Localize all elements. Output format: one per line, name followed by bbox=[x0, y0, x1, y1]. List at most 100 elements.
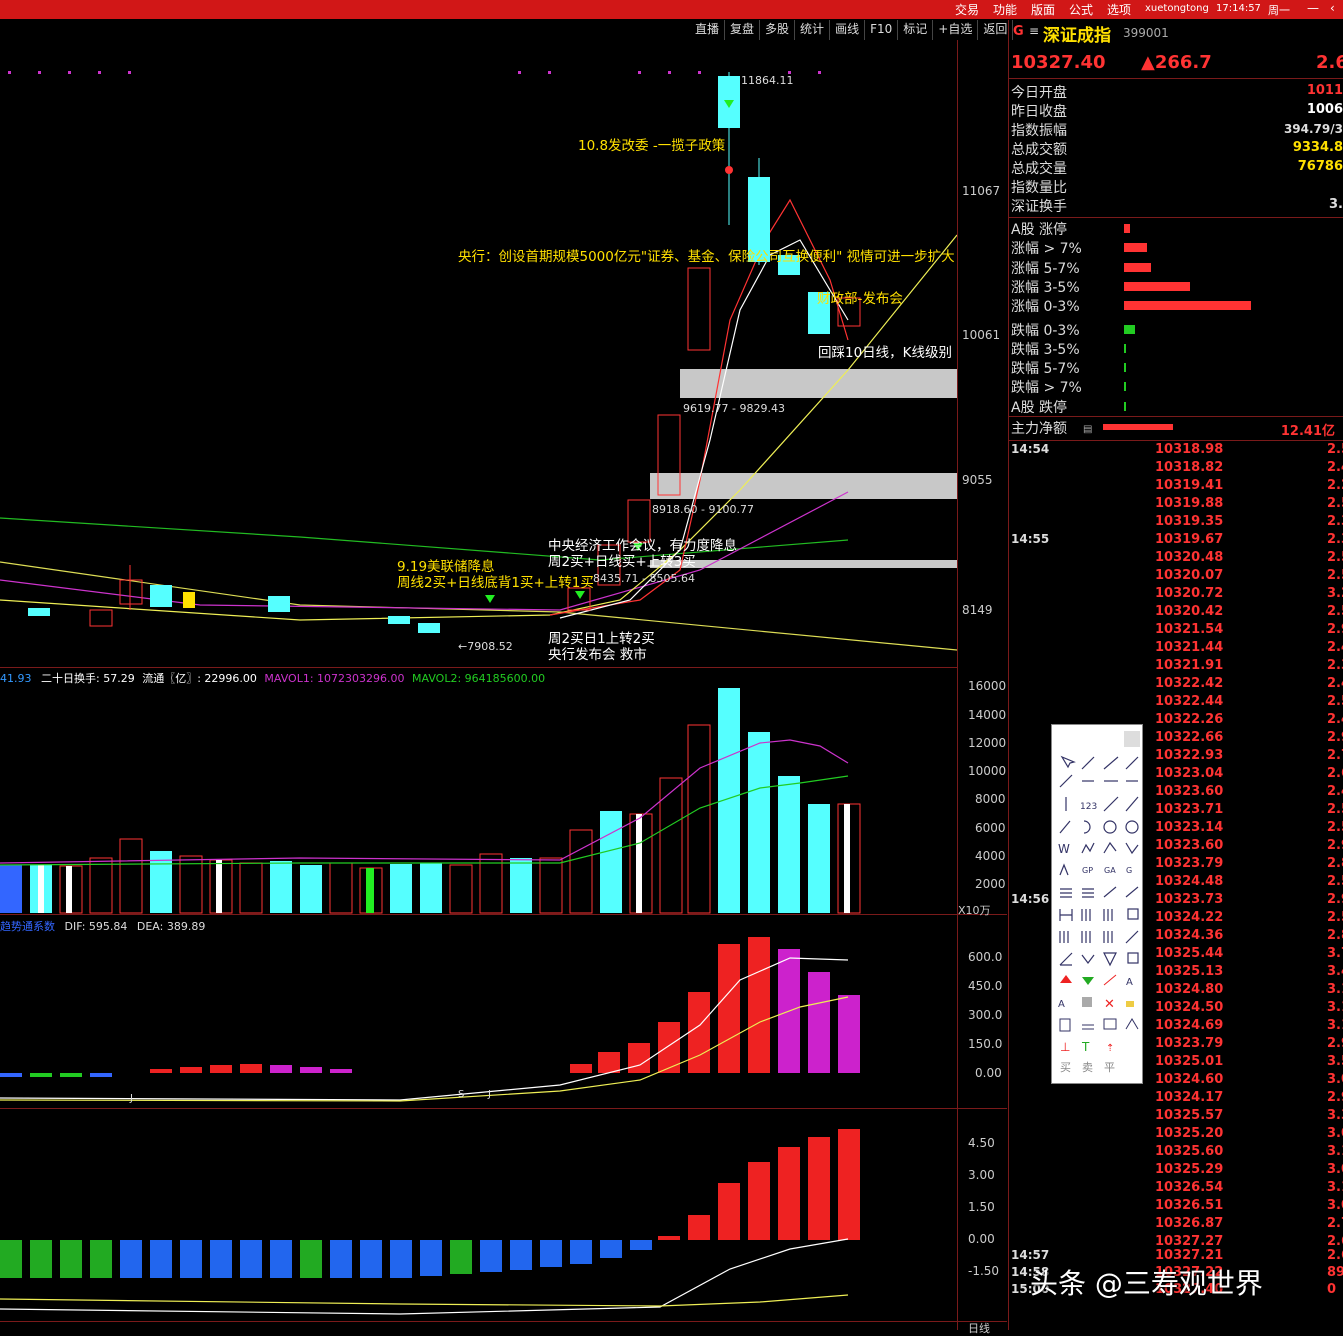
zone-9619 bbox=[680, 369, 957, 398]
tick-price: 10324.36 bbox=[1155, 928, 1224, 943]
tool-draw[interactable]: 画线 bbox=[830, 20, 866, 40]
tick-volume: 2.5 bbox=[1327, 820, 1343, 835]
back-arrow-icon[interactable]: ‹ bbox=[1330, 1, 1335, 15]
tick-price: 10325.29 bbox=[1155, 1162, 1224, 1177]
tick-price: 10318.82 bbox=[1155, 460, 1224, 475]
tick-price: 10321.91 bbox=[1155, 658, 1224, 673]
tick-price: 10320.72 bbox=[1155, 586, 1224, 601]
top-menu-bar: 交易 功能 版面 公式 选项 xuetongtong 17:14:57 周一 —… bbox=[0, 0, 1343, 19]
tick-price: 10325.44 bbox=[1155, 946, 1224, 961]
distribution-bar bbox=[1124, 363, 1126, 373]
ray-tool-icon bbox=[1103, 756, 1119, 770]
tool-f10[interactable]: F10 bbox=[865, 20, 899, 40]
vol-tick: 2000 bbox=[975, 877, 1006, 891]
tick-volume: 3.1 bbox=[1327, 1180, 1343, 1195]
tool-replay[interactable]: 复盘 bbox=[725, 20, 761, 40]
tick-volume: 3.1 bbox=[1327, 1000, 1343, 1015]
line-tool-icon bbox=[1081, 756, 1095, 770]
field-label: 指数量比 bbox=[1011, 180, 1067, 196]
volume-chart[interactable] bbox=[0, 668, 957, 914]
field-value: 3. bbox=[1329, 197, 1343, 212]
tick-price: 10323.04 bbox=[1155, 766, 1224, 781]
oscillator-chart[interactable] bbox=[0, 1109, 957, 1321]
tick-price: 10324.48 bbox=[1155, 874, 1224, 889]
svg-text:⇡: ⇡ bbox=[1106, 1043, 1114, 1054]
divider bbox=[1009, 78, 1343, 79]
group-tag: G bbox=[1013, 24, 1024, 39]
tool-add-watch[interactable]: +自选 bbox=[933, 20, 979, 40]
field-label: 昨日收盘 bbox=[1011, 104, 1067, 120]
tick-price: 10325.13 bbox=[1155, 964, 1224, 979]
arrow-line-icon bbox=[1125, 756, 1139, 770]
field-label: 总成交额 bbox=[1011, 142, 1067, 158]
annotation: 10.8发改委 -一揽子政策 bbox=[578, 138, 726, 154]
index-name: 深证成指 bbox=[1043, 26, 1111, 46]
distribution-bar bbox=[1124, 401, 1126, 411]
buy-arrows bbox=[485, 100, 734, 603]
distribution-bar bbox=[1124, 382, 1126, 392]
distribution-bar bbox=[1124, 262, 1151, 272]
vol-tick: 12000 bbox=[968, 736, 1007, 750]
period-label[interactable]: 日线 bbox=[968, 1320, 990, 1336]
menu-icon[interactable]: ≡ bbox=[1029, 24, 1039, 38]
macd-mark: J bbox=[487, 1089, 491, 1100]
zone-label: 8918.60 - 9100.77 bbox=[652, 503, 754, 516]
macd-chart[interactable]: J S J bbox=[0, 915, 957, 1108]
distribution-bar bbox=[1124, 343, 1126, 353]
tick-price: 10324.69 bbox=[1155, 1018, 1224, 1033]
tick-volume: 3.5 bbox=[1327, 1054, 1343, 1069]
price-axis-divider bbox=[957, 40, 958, 1330]
tick-volume: 3.1 bbox=[1327, 1018, 1343, 1033]
menu-trade[interactable]: 交易 bbox=[955, 1, 979, 18]
menu-formula[interactable]: 公式 bbox=[1069, 1, 1093, 18]
tick-price: 10323.14 bbox=[1155, 820, 1224, 835]
distribution-label: 跌幅 0-3% bbox=[1011, 322, 1080, 339]
down-arrow-icon bbox=[1082, 977, 1094, 985]
macd-tick: 300.0 bbox=[968, 1008, 1003, 1022]
tool-multi[interactable]: 多股 bbox=[760, 20, 796, 40]
tick-price: 10325.20 bbox=[1155, 1126, 1224, 1141]
tool-mark[interactable]: 标记 bbox=[898, 20, 934, 40]
drawing-tools-grid[interactable]: 123 W GP GA G A A ✕ ⊥ T ⇡ 买 卖 平 bbox=[1056, 751, 1140, 1081]
tick-price: 10321.54 bbox=[1155, 622, 1224, 637]
tick-volume: 3.0 bbox=[1327, 1126, 1343, 1141]
tool-live[interactable]: 直播 bbox=[690, 20, 726, 40]
tick-price: 10327.21 bbox=[1155, 1248, 1224, 1263]
vol-tick: 4000 bbox=[975, 849, 1006, 863]
tick-time: 14:54 bbox=[1011, 442, 1050, 456]
flow-detail-icon[interactable]: ▤ bbox=[1083, 424, 1092, 435]
menu-function[interactable]: 功能 bbox=[993, 1, 1017, 18]
index-code: 399001 bbox=[1123, 26, 1169, 40]
tick-volume: 3.3 bbox=[1327, 1108, 1343, 1123]
weekday: 周一 bbox=[1268, 4, 1290, 17]
tick-volume: 2.3 bbox=[1327, 532, 1343, 547]
distribution-label: 涨幅 > 7% bbox=[1011, 241, 1082, 258]
main-flow-bar bbox=[1103, 424, 1173, 430]
tick-price: 10322.42 bbox=[1155, 676, 1224, 691]
menu-layout[interactable]: 版面 bbox=[1031, 1, 1055, 18]
high-label: 11864.11 bbox=[741, 74, 794, 87]
distribution-bar bbox=[1124, 224, 1131, 233]
minimize-icon[interactable]: — bbox=[1307, 1, 1319, 15]
annotation: 周2买+日线买+上转3买 bbox=[548, 554, 696, 570]
tool-stats[interactable]: 统计 bbox=[795, 20, 831, 40]
tick-price: 10322.93 bbox=[1155, 748, 1224, 763]
tick-volume: 2.9 bbox=[1327, 622, 1343, 637]
tick-volume: 3.4 bbox=[1327, 964, 1343, 979]
field-label: 今日开盘 bbox=[1011, 85, 1067, 101]
tick-price: 10327.27 bbox=[1155, 1234, 1224, 1249]
field-value: 9334.8 bbox=[1292, 140, 1343, 155]
field-label: 指数振幅 bbox=[1011, 123, 1067, 139]
drawing-toolbox[interactable]: 123 W GP GA G A A ✕ ⊥ T ⇡ 买 卖 平 bbox=[1051, 724, 1143, 1084]
tick-price: 10323.73 bbox=[1155, 892, 1224, 907]
toolbox-close-icon[interactable] bbox=[1124, 731, 1140, 747]
tick-volume: 0 bbox=[1327, 1282, 1337, 1297]
menu-options[interactable]: 选项 bbox=[1107, 1, 1131, 18]
tick-volume: 2.3 bbox=[1327, 514, 1343, 529]
tick-price: 10325.60 bbox=[1155, 1144, 1224, 1159]
tick-volume: 3.1 bbox=[1327, 1144, 1343, 1159]
osc-tick: 0.00 bbox=[968, 1232, 995, 1246]
vol-tick: 8000 bbox=[975, 792, 1006, 806]
tick-volume: 3.2 bbox=[1327, 586, 1343, 601]
price-tick: 10061 bbox=[962, 328, 1001, 342]
